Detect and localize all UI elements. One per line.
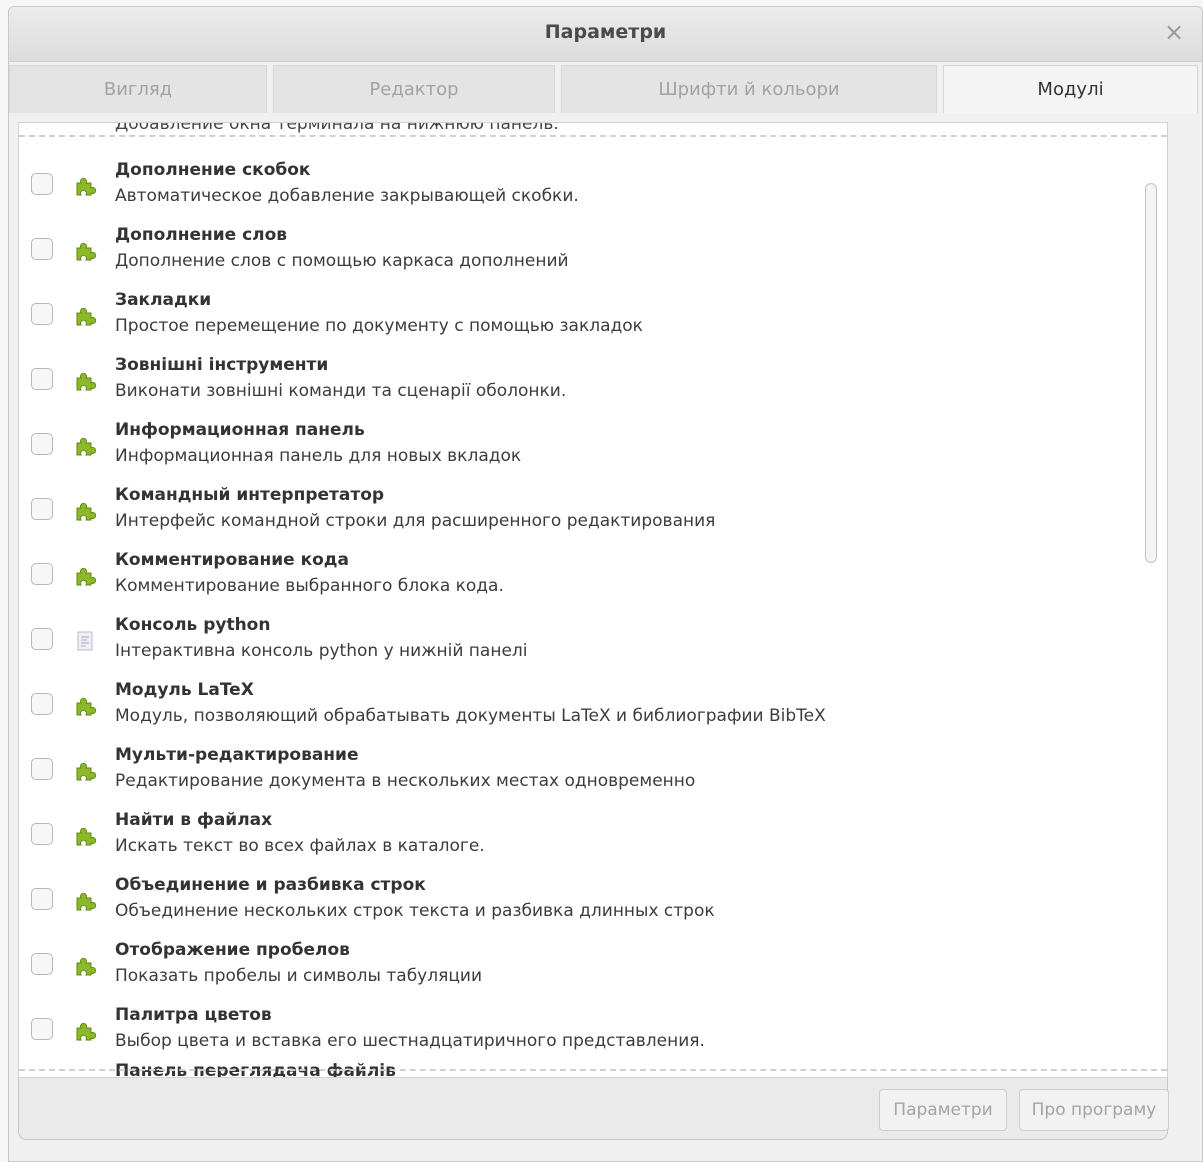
- puzzle-icon: [73, 954, 97, 978]
- puzzle-icon: [73, 369, 97, 393]
- puzzle-icon: [73, 889, 97, 913]
- plugin-description: Інтерактивна консоль python у нижній пан…: [115, 641, 528, 661]
- plugin-row[interactable]: Информационная панель Информационная пане…: [19, 416, 1167, 481]
- plugin-description: Искать текст во всех файлах в каталоге.: [115, 836, 485, 856]
- puzzle-icon: [73, 564, 97, 588]
- plugin-name: Закладки: [115, 290, 212, 310]
- plugin-name: Модуль LaTeX: [115, 680, 254, 700]
- puzzle-icon: [73, 304, 97, 328]
- plugin-description: Выбор цвета и вставка его шестнадцатирич…: [115, 1031, 705, 1051]
- plugin-list-panel[interactable]: Добавление окна терминала на нижнюю пане…: [18, 122, 1168, 1078]
- plugin-row[interactable]: Закладки Простое перемещение по документу…: [19, 286, 1167, 351]
- plugin-name: Объединение и разбивка строк: [115, 875, 426, 895]
- tab-fonts-colors[interactable]: Шрифти й кольори: [561, 65, 937, 113]
- plugin-list: Дополнение скобок Автоматическое добавлен…: [19, 156, 1167, 1066]
- plugin-row[interactable]: Палитра цветов Выбор цвета и вставка его …: [19, 1001, 1167, 1066]
- plugin-enable-checkbox[interactable]: [31, 368, 53, 390]
- plugin-description: Комментирование выбранного блока кода.: [115, 576, 504, 596]
- plugin-enable-checkbox[interactable]: [31, 628, 53, 650]
- window-title: Параметри: [544, 21, 667, 43]
- plugin-preferences-button[interactable]: Параметри: [879, 1089, 1007, 1131]
- puzzle-icon: [73, 824, 97, 848]
- plugin-description: Интерфейс командной строки для расширенн…: [115, 511, 716, 531]
- plugin-name: Зовнішні інструменти: [115, 355, 329, 375]
- puzzle-icon: [73, 174, 97, 198]
- clipped-plugin-description: Добавление окна терминала на нижнюю пане…: [115, 122, 559, 134]
- plugin-enable-checkbox[interactable]: [31, 498, 53, 520]
- vertical-scrollbar[interactable]: [1145, 183, 1157, 563]
- plugin-name: Комментирование кода: [115, 550, 350, 570]
- puzzle-icon: [73, 239, 97, 263]
- plugin-name: Командный интерпретатор: [115, 485, 385, 505]
- plugin-row[interactable]: Дополнение скобок Автоматическое добавлен…: [19, 156, 1167, 221]
- plugin-description: Объединение нескольких строк текста и ра…: [115, 901, 715, 921]
- plugin-enable-checkbox[interactable]: [31, 238, 53, 260]
- plugin-description: Редактирование документа в нескольких ме…: [115, 771, 696, 791]
- plugin-row[interactable]: Зовнішні інструменти Виконати зовнішні ко…: [19, 351, 1167, 416]
- puzzle-icon: [73, 694, 97, 718]
- titlebar: Параметри ×: [9, 7, 1202, 62]
- tab-bar: Вигляд Редактор Шрифти й кольори Модулі: [9, 65, 1202, 113]
- plugin-description: Модуль, позволяющий обрабатывать докумен…: [115, 706, 826, 726]
- plugin-description: Автоматическое добавление закрывающей ск…: [115, 186, 579, 206]
- plugin-enable-checkbox[interactable]: [31, 563, 53, 585]
- plugin-enable-checkbox[interactable]: [31, 693, 53, 715]
- plugin-name: Палитра цветов: [115, 1005, 272, 1025]
- plugin-row[interactable]: Командный интерпретатор Интерфейс командн…: [19, 481, 1167, 546]
- scroll-edge-top: [19, 135, 1167, 137]
- plugin-name: Найти в файлах: [115, 810, 273, 830]
- plugin-description: Виконати зовнішні команди та сценарії об…: [115, 381, 567, 401]
- plugin-enable-checkbox[interactable]: [31, 888, 53, 910]
- puzzle-icon: [73, 434, 97, 458]
- plugin-description: Простое перемещение по документу с помощ…: [115, 316, 643, 336]
- plugin-name: Дополнение слов: [115, 225, 288, 245]
- close-icon[interactable]: ×: [1160, 18, 1188, 46]
- console-icon: [73, 629, 97, 653]
- plugin-enable-checkbox[interactable]: [31, 823, 53, 845]
- plugin-enable-checkbox[interactable]: [31, 758, 53, 780]
- plugin-name: Дополнение скобок: [115, 160, 311, 180]
- plugin-name: Отображение пробелов: [115, 940, 350, 960]
- plugin-description: Дополнение слов с помощью каркаса дополн…: [115, 251, 569, 271]
- plugin-name: Мульти-редактирование: [115, 745, 359, 765]
- tab-editor[interactable]: Редактор: [273, 65, 555, 113]
- plugin-row[interactable]: Отображение пробелов Показать пробелы и с…: [19, 936, 1167, 1001]
- plugin-enable-checkbox[interactable]: [31, 953, 53, 975]
- puzzle-icon: [73, 759, 97, 783]
- puzzle-icon: [73, 499, 97, 523]
- plugin-row[interactable]: Объединение и разбивка строк Объединение …: [19, 871, 1167, 936]
- plugin-row[interactable]: Дополнение слов Дополнение слов с помощью…: [19, 221, 1167, 286]
- plugin-description: Информационная панель для новых вкладок: [115, 446, 522, 466]
- plugin-row[interactable]: Консоль python Інтерактивна консоль pytho…: [19, 611, 1167, 676]
- tab-plugins[interactable]: Модулі: [943, 65, 1198, 113]
- plugin-enable-checkbox[interactable]: [31, 433, 53, 455]
- plugin-name: Консоль python: [115, 615, 271, 635]
- plugin-name: Информационная панель: [115, 420, 365, 440]
- plugin-row[interactable]: Комментирование кода Комментирование выбр…: [19, 546, 1167, 611]
- about-plugin-button[interactable]: Про програму: [1019, 1089, 1169, 1131]
- tab-view[interactable]: Вигляд: [9, 65, 267, 113]
- plugin-row[interactable]: Модуль LaTeX Модуль, позволяющий обрабаты…: [19, 676, 1167, 741]
- puzzle-icon: [73, 1019, 97, 1043]
- plugin-row[interactable]: Мульти-редактирование Редактирование доку…: [19, 741, 1167, 806]
- plugin-enable-checkbox[interactable]: [31, 303, 53, 325]
- plugin-enable-checkbox[interactable]: [31, 173, 53, 195]
- dialog-footer: Параметри Про програму: [18, 1078, 1169, 1140]
- scroll-edge-bottom: [19, 1069, 1167, 1071]
- plugin-enable-checkbox[interactable]: [31, 1018, 53, 1040]
- plugin-row[interactable]: Найти в файлах Искать текст во всех файла…: [19, 806, 1167, 871]
- plugin-description: Показать пробелы и символы табуляции: [115, 966, 483, 986]
